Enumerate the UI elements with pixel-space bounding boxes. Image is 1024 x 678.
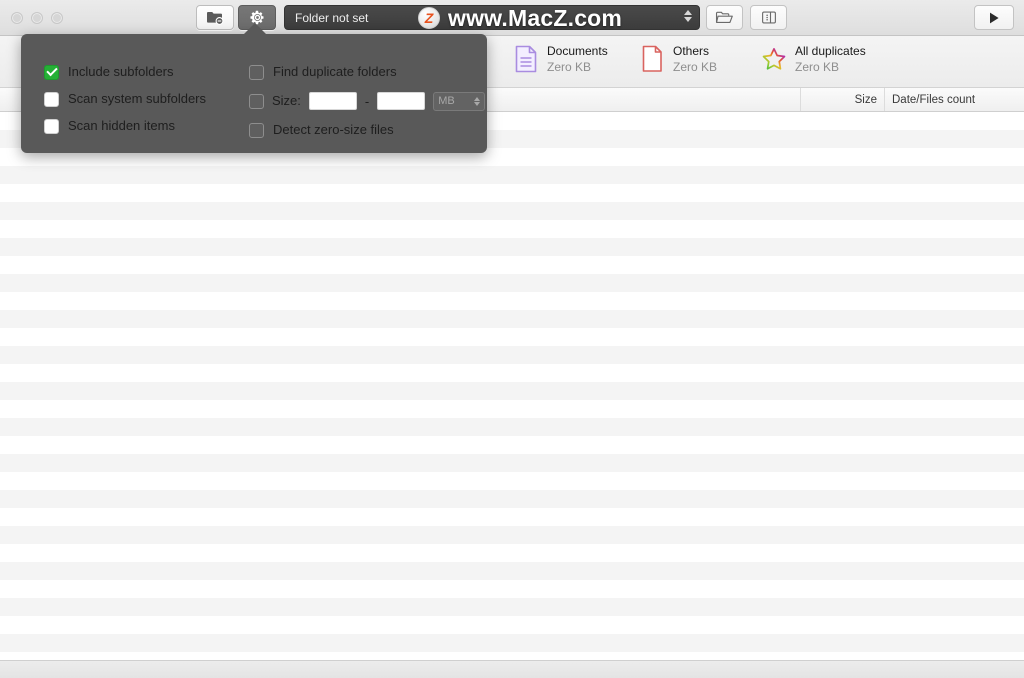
table-row[interactable] (0, 454, 1024, 472)
category-name: Documents (547, 44, 608, 58)
option-scan-hidden-items[interactable]: Scan hidden items (44, 118, 206, 134)
option-label: Find duplicate folders (273, 64, 397, 79)
sidebar-toggle-icon (761, 11, 776, 24)
category-size: Zero KB (673, 60, 718, 74)
table-row[interactable] (0, 472, 1024, 490)
app-window: Folder not set Z www.MacZ.com Documents … (0, 0, 1024, 678)
checkbox-detect-zero-size-files[interactable] (249, 122, 264, 138)
table-row[interactable] (0, 382, 1024, 400)
column-header-size[interactable]: Size (800, 88, 884, 111)
status-bar (0, 660, 1024, 678)
folder-open-icon (715, 11, 733, 23)
document-icon (515, 45, 537, 73)
zoom-button[interactable] (51, 11, 63, 24)
table-row[interactable] (0, 184, 1024, 202)
results-list[interactable] (0, 112, 1024, 660)
table-row[interactable] (0, 238, 1024, 256)
table-row[interactable] (0, 346, 1024, 364)
folder-path-label: Folder not set (295, 10, 369, 25)
table-row[interactable] (0, 418, 1024, 436)
category-name: Others (673, 44, 710, 58)
chevron-updown-icon (474, 96, 481, 106)
size-min-input[interactable] (308, 92, 357, 110)
option-find-duplicate-folders[interactable]: Find duplicate folders (249, 64, 485, 80)
table-row[interactable] (0, 598, 1024, 616)
popover-right-column: Find duplicate folders Size: - MB Detect… (249, 64, 486, 138)
checkbox-scan-hidden-items[interactable] (44, 118, 59, 134)
table-row[interactable] (0, 274, 1024, 292)
category-documents[interactable]: Documents Zero KB (514, 44, 608, 74)
table-row[interactable] (0, 310, 1024, 328)
folder-minus-icon-button[interactable] (196, 5, 234, 30)
open-folder-button[interactable] (706, 5, 743, 30)
path-stepper-icon[interactable] (684, 10, 692, 22)
sidebar-toggle-button[interactable] (750, 5, 787, 30)
table-row[interactable] (0, 220, 1024, 238)
close-button[interactable] (11, 11, 23, 24)
category-size: Zero KB (547, 60, 592, 74)
table-row[interactable] (0, 580, 1024, 598)
table-row[interactable] (0, 634, 1024, 652)
option-include-subfolders[interactable]: Include subfolders (44, 64, 206, 80)
category-all-duplicates[interactable]: All duplicates Zero KB (762, 44, 866, 74)
table-row[interactable] (0, 616, 1024, 634)
table-row[interactable] (0, 544, 1024, 562)
option-detect-zero-size-files[interactable]: Detect zero-size files (249, 122, 485, 138)
table-row[interactable] (0, 256, 1024, 274)
size-filter-label: Size: (272, 93, 301, 108)
checkbox-size-filter[interactable] (249, 93, 264, 109)
popover-arrow (243, 23, 267, 35)
traffic-lights (11, 11, 63, 24)
column-header-date[interactable]: Date/Files count (884, 88, 1024, 111)
option-scan-system-subfolders[interactable]: Scan system subfolders (44, 91, 206, 107)
table-row[interactable] (0, 166, 1024, 184)
table-row[interactable] (0, 526, 1024, 544)
checkbox-scan-system-subfolders[interactable] (44, 91, 59, 107)
size-unit-dropdown[interactable]: MB (433, 91, 486, 111)
minimize-button[interactable] (31, 11, 43, 24)
checkbox-include-subfolders[interactable] (44, 64, 59, 80)
table-row[interactable] (0, 508, 1024, 526)
category-size: Zero KB (795, 60, 840, 74)
scan-settings-popover: Include subfolders Scan system subfolder… (21, 34, 487, 153)
option-label: Scan hidden items (68, 118, 175, 133)
popover-left-column: Include subfolders Scan system subfolder… (44, 64, 206, 134)
table-row[interactable] (0, 490, 1024, 508)
folder-minus-icon (207, 12, 224, 25)
play-icon (990, 12, 999, 23)
size-range-separator: - (364, 93, 370, 109)
checkbox-find-duplicate-folders[interactable] (249, 64, 264, 80)
size-unit-label: MB (438, 95, 455, 107)
table-row[interactable] (0, 328, 1024, 346)
table-row[interactable] (0, 292, 1024, 310)
category-name: All duplicates (795, 44, 866, 58)
star-icon (762, 48, 786, 70)
table-row[interactable] (0, 652, 1024, 660)
size-max-input[interactable] (377, 92, 426, 110)
file-icon (642, 45, 662, 72)
option-label: Scan system subfolders (68, 91, 207, 106)
table-row[interactable] (0, 562, 1024, 580)
table-row[interactable] (0, 202, 1024, 220)
table-row[interactable] (0, 436, 1024, 454)
category-others[interactable]: Others Zero KB (640, 44, 717, 74)
option-label: Detect zero-size files (273, 122, 394, 137)
option-size-filter[interactable]: Size: - MB (249, 91, 486, 111)
table-row[interactable] (0, 400, 1024, 418)
table-row[interactable] (0, 364, 1024, 382)
start-scan-button[interactable] (974, 5, 1014, 30)
toolbar-right-group (706, 5, 787, 30)
folder-path-dropdown[interactable]: Folder not set (284, 5, 700, 30)
window-toolbar: Folder not set Z www.MacZ.com (0, 0, 1024, 36)
option-label: Include subfolders (68, 64, 174, 79)
